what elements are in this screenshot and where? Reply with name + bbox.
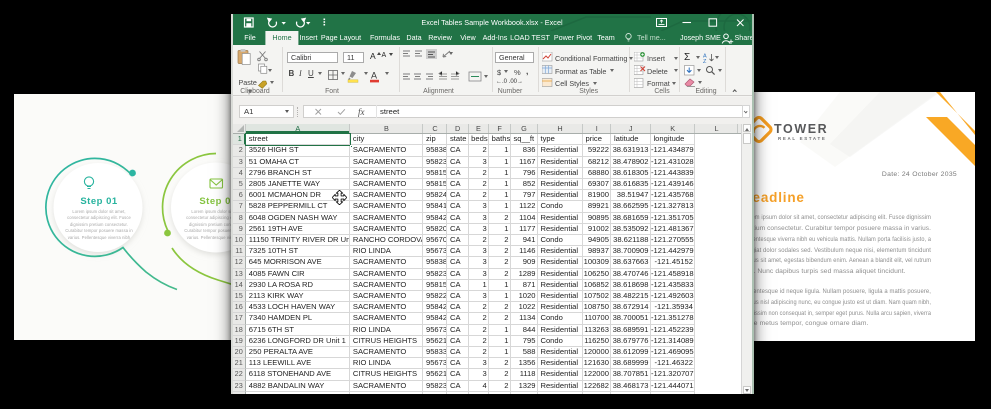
svg-text:fx: fx (358, 107, 365, 117)
svg-text:A: A (371, 70, 377, 80)
svg-text:Z: Z (703, 59, 707, 64)
